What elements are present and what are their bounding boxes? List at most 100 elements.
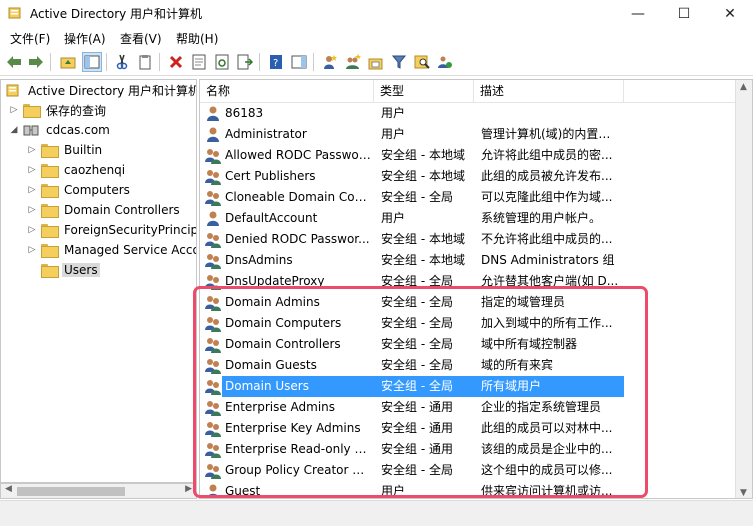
group-icon <box>205 315 222 332</box>
tree-item-users[interactable]: Users <box>41 260 100 280</box>
group-icon <box>205 399 222 416</box>
new-user-button[interactable] <box>320 52 340 72</box>
tree-item-computers[interactable]: Computers <box>41 180 132 200</box>
list-row[interactable]: DnsUpdateProxy 安全组 - 全局 允许替其他客户端(如 D... <box>200 271 752 292</box>
tree-item-builtin[interactable]: Builtin <box>41 140 104 160</box>
new-group-button[interactable] <box>343 52 363 72</box>
list-row[interactable]: 86183 用户 <box>200 103 752 124</box>
tree-root[interactable]: Active Directory 用户和计算机 <box>5 80 197 100</box>
ou-folder-icon <box>41 164 59 178</box>
add-to-group-button[interactable] <box>435 52 455 72</box>
list-row[interactable]: Domain Users 安全组 - 全局 所有域用户 <box>200 376 752 397</box>
list-row[interactable]: Enterprise Read-only D... 安全组 - 通用 该组的成员是企… <box>200 439 752 460</box>
row-name: Allowed RODC Passwor... <box>225 148 371 162</box>
list-row[interactable]: DefaultAccount 用户 系统管理的用户帐户。 <box>200 208 752 229</box>
list-row[interactable]: Domain Guests 安全组 - 全局 域的所有来宾 <box>200 355 752 376</box>
scroll-up-icon[interactable]: ▲ <box>740 82 747 92</box>
menu-file[interactable]: 文件(F) <box>10 30 50 47</box>
status-bar <box>0 500 753 526</box>
column-header-description[interactable]: 描述 <box>474 80 624 103</box>
tree-item-label: Computers <box>64 183 130 197</box>
tree-item-managed-service-accounts[interactable]: Managed Service Accounts <box>41 240 196 260</box>
row-name: Domain Guests <box>225 358 317 372</box>
chevron-right-icon[interactable]: ▷ <box>27 180 37 200</box>
row-description: 域的所有来宾 <box>481 358 554 372</box>
scroll-right-icon[interactable]: ▶ <box>185 484 192 494</box>
list-row[interactable]: Enterprise Admins 安全组 - 通用 企业的指定系统管理员 <box>200 397 752 418</box>
scroll-down-icon[interactable]: ▼ <box>740 488 747 498</box>
folder-icon <box>41 264 59 278</box>
show-actions-pane-button[interactable] <box>289 52 309 72</box>
row-type: 安全组 - 全局 <box>381 295 453 309</box>
tree-root-label: Active Directory 用户和计算机 <box>28 83 197 98</box>
row-description: 所有域用户 <box>481 379 542 393</box>
list-row[interactable]: Administrator 用户 管理计算机(域)的内置帐... <box>200 124 752 145</box>
chevron-right-icon[interactable]: ▷ <box>27 160 37 180</box>
maximize-button[interactable]: ☐ <box>661 0 707 28</box>
clipboard-icon <box>139 55 151 70</box>
filter-button[interactable] <box>389 52 409 72</box>
list-row[interactable]: Denied RODC Passwor... 安全组 - 本地域 不允许将此组中成员… <box>200 229 752 250</box>
list-row[interactable]: Cloneable Domain Cont... 安全组 - 全局 可以克隆此组中作… <box>200 187 752 208</box>
list-row[interactable]: Group Policy Creator O... 安全组 - 全局 这个组中的成员… <box>200 460 752 481</box>
cut-button[interactable] <box>112 52 132 72</box>
find-button[interactable] <box>412 52 432 72</box>
row-type: 安全组 - 全局 <box>381 463 453 477</box>
new-ou-button[interactable] <box>366 52 386 72</box>
copy-button[interactable] <box>135 52 155 72</box>
tree-item-domain-controllers[interactable]: Domain Controllers <box>41 200 182 220</box>
delete-button[interactable] <box>166 52 186 72</box>
list-row[interactable]: Cert Publishers 安全组 - 本地域 此组的成员被允许发布... <box>200 166 752 187</box>
list-row[interactable]: Guest 用户 供来宾访问计算机或访... <box>200 481 752 498</box>
forward-button[interactable] <box>26 52 46 72</box>
up-level-button[interactable] <box>58 52 78 72</box>
refresh-button[interactable] <box>212 52 232 72</box>
list-row[interactable]: Allowed RODC Passwor... 安全组 - 本地域 允许将此组中成员… <box>200 145 752 166</box>
tree-item-foreign-security-principals[interactable]: ForeignSecurityPrincipals <box>41 220 196 240</box>
tree-item-domain[interactable]: cdcas.com <box>23 120 112 140</box>
show-hide-tree-button[interactable] <box>82 52 102 72</box>
maximize-icon: ☐ <box>677 6 691 22</box>
row-type: 安全组 - 通用 <box>381 400 453 414</box>
tree-item-saved-queries[interactable]: 保存的查询 <box>23 100 108 120</box>
toolbar-separator <box>106 53 107 71</box>
list-row[interactable]: DnsAdmins 安全组 - 本地域 DNS Administrators 组 <box>200 250 752 271</box>
list-row[interactable]: Domain Admins 安全组 - 全局 指定的域管理员 <box>200 292 752 313</box>
menu-help[interactable]: 帮助(H) <box>176 30 218 47</box>
group-icon <box>205 378 222 395</box>
properties-button[interactable] <box>189 52 209 72</box>
row-type: 安全组 - 本地域 <box>381 253 465 267</box>
list-row[interactable]: Enterprise Key Admins 安全组 - 通用 此组的成员可以对林中.… <box>200 418 752 439</box>
tree-item-label: ForeignSecurityPrincipals <box>64 223 196 237</box>
details-list: 名称 类型 描述 86183 用户 Administrator 用户 管理计算机(域)的… <box>199 79 753 499</box>
chevron-right-icon[interactable]: ▷ <box>27 200 37 220</box>
properties-icon <box>192 54 206 70</box>
export-list-button[interactable] <box>235 52 255 72</box>
list-row[interactable]: Domain Computers 安全组 - 全局 加入到域中的所有工作... <box>200 313 752 334</box>
close-button[interactable]: ✕ <box>707 0 753 28</box>
help-button[interactable]: ? <box>266 52 286 72</box>
back-button[interactable] <box>4 52 24 72</box>
group-icon <box>205 252 222 269</box>
chevron-right-icon[interactable]: ▷ <box>27 240 37 260</box>
column-header-type[interactable]: 类型 <box>374 80 474 103</box>
row-type: 安全组 - 全局 <box>381 358 453 372</box>
column-header-name[interactable]: 名称 <box>200 80 374 103</box>
menu-action[interactable]: 操作(A) <box>64 30 106 47</box>
chevron-down-icon[interactable]: ◢ <box>9 120 19 140</box>
menu-view[interactable]: 查看(V) <box>120 30 162 47</box>
tree-item-caozhenqi[interactable]: caozhenqi <box>41 160 127 180</box>
chevron-right-icon[interactable]: ▷ <box>9 100 19 120</box>
list-row[interactable]: Domain Controllers 安全组 - 全局 域中所有域控制器 <box>200 334 752 355</box>
group-icon <box>205 168 222 185</box>
minimize-button[interactable]: — <box>615 0 661 28</box>
folder-icon <box>41 244 59 258</box>
console-tree-icon <box>84 55 100 69</box>
tree-horizontal-scrollbar[interactable]: ◀ ▶ <box>0 483 197 499</box>
scrollbar-thumb[interactable] <box>17 487 125 496</box>
chevron-right-icon[interactable]: ▷ <box>27 140 37 160</box>
list-vertical-scrollbar[interactable]: ▲ ▼ <box>735 80 752 498</box>
toolbar-separator <box>259 53 260 71</box>
scroll-left-icon[interactable]: ◀ <box>5 484 12 494</box>
chevron-right-icon[interactable]: ▷ <box>27 220 37 240</box>
